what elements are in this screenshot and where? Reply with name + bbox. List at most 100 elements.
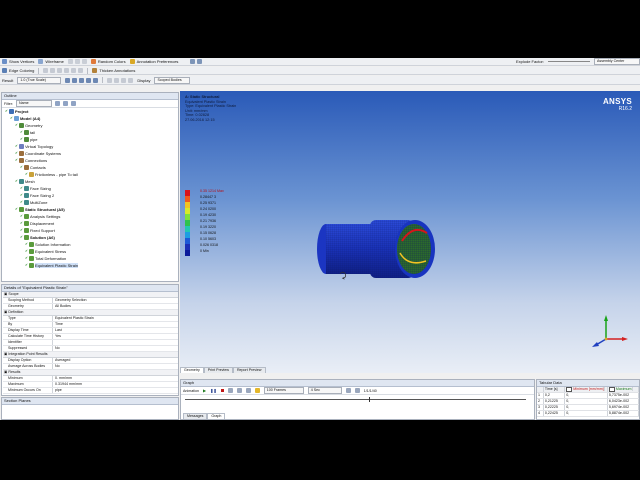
axis-triad-icon[interactable] <box>592 315 628 347</box>
details-value[interactable]: No <box>53 346 178 351</box>
play-icon[interactable]: ▶ <box>203 388 206 393</box>
outline-tree: ✔ Project ✔ Model (A4) ✔ Geometry ✔ tail ✔ pipe ✔ V… <box>2 108 178 278</box>
tab-geometry[interactable]: Geometry <box>180 367 204 373</box>
col-maximum[interactable]: Maximum <box>608 387 639 392</box>
tree-node-icon <box>18 144 24 149</box>
tree-item[interactable]: ✔ Coordinate Systems <box>15 151 61 156</box>
details-value[interactable]: No <box>53 364 178 369</box>
table-cell: 2 <box>537 399 544 404</box>
tree-item[interactable]: ✔ tail <box>20 130 35 135</box>
export-icon[interactable] <box>345 388 351 393</box>
tree-item[interactable]: ✔ Solution (A6) <box>20 235 55 240</box>
tree-item[interactable]: ✔ Displacement <box>20 221 54 226</box>
display-select[interactable]: Scoped Bodies <box>154 76 191 84</box>
tree-item[interactable]: ✔ Connections <box>15 158 47 163</box>
table-cell: 0, <box>565 411 608 416</box>
details-value[interactable]: All Bodies <box>53 304 178 309</box>
details-value[interactable]: pipe <box>53 388 178 393</box>
tree-item-label: Equivalent Plastic Strain <box>34 263 79 268</box>
pipe-model[interactable] <box>317 220 435 278</box>
probe-tools[interactable] <box>107 77 134 83</box>
filter-icon[interactable] <box>54 101 60 106</box>
tree-item[interactable]: ✔ Equivalent Plastic Strain <box>25 263 79 268</box>
tree-item[interactable]: ✔ Solution Information <box>25 242 71 247</box>
misc-tools[interactable] <box>67 59 87 64</box>
view-tools[interactable] <box>190 59 203 64</box>
tree-item[interactable]: ✔ Model (A4) <box>10 116 40 121</box>
tree-item[interactable]: ✔ Contacts <box>20 165 46 170</box>
details-value[interactable]: Last <box>53 328 178 333</box>
tree-node-icon <box>23 137 29 142</box>
tree-item[interactable]: ✔ Mesh <box>15 179 35 184</box>
tree-node-icon <box>18 207 24 212</box>
check-icon: ✔ <box>20 193 23 197</box>
tree-item-label: Analysis Settings <box>29 214 61 219</box>
show-vertices-toggle[interactable]: Show Vertices <box>2 59 34 64</box>
tree-item[interactable]: ✔ Total Deformation <box>25 256 66 261</box>
tree-item[interactable]: ✔ Fixed Support <box>20 228 55 233</box>
tree-item[interactable]: ✔ Static Structural (A5) <box>15 207 65 212</box>
tree-item[interactable]: ✔ Face Sizing 2 <box>20 193 54 198</box>
thicken-annotations-toggle[interactable]: Thicken Annotations <box>92 68 135 73</box>
details-value[interactable]: Equivalent Plastic Strain <box>53 316 178 321</box>
tree-item[interactable]: ✔ Equivalent Stress <box>25 249 66 254</box>
pause-icon[interactable]: ❚❚ <box>210 388 217 393</box>
col-time[interactable]: Time [s] <box>544 387 566 392</box>
table-row[interactable]: 4 0,22425 0, 5,8874e-002 <box>537 411 639 417</box>
details-value[interactable] <box>53 340 178 345</box>
tree-item[interactable]: ✔ Project <box>5 109 29 114</box>
col-minimum[interactable]: Minimum [mm/mm] <box>565 387 608 392</box>
legend-label: 0.15 0628 <box>200 231 216 235</box>
tree-item[interactable]: ✔ MultiZone <box>20 200 48 205</box>
annotation-preferences-button[interactable]: Annotation Preferences <box>129 59 178 64</box>
graphics-viewport[interactable]: A: Static Structural Equivalent Plastic … <box>180 91 640 373</box>
tree-item[interactable]: ✔ Geometry <box>15 123 43 128</box>
tree-item[interactable]: ✔ Frictionless - pipe To tail <box>25 172 78 177</box>
wireframe-icon <box>38 59 44 64</box>
step-icon[interactable] <box>245 388 251 393</box>
details-value[interactable]: Time <box>53 322 178 327</box>
seconds-select[interactable]: 4 Sec <box>307 387 342 394</box>
random-colors-toggle[interactable]: Random Colors <box>90 59 126 64</box>
details-row[interactable]: Minimum Occurs On pipe <box>3 388 178 394</box>
tree-item-label: Connections <box>24 158 48 163</box>
tabular-data-panel: Tabular Data Time [s] Minimum [mm/mm] Ma… <box>536 379 640 420</box>
step-icon[interactable] <box>227 388 233 393</box>
tab-messages[interactable]: Messages <box>183 413 208 419</box>
bulb-icon[interactable] <box>254 388 260 393</box>
assembly-center-select[interactable]: Assembly Center <box>594 58 640 65</box>
tree-item[interactable]: ✔ Virtual Topology <box>15 144 53 149</box>
wireframe-toggle[interactable]: Wireframe <box>38 59 64 64</box>
details-value[interactable]: Geometry Selection <box>53 298 178 303</box>
details-value[interactable]: 0. mm/mm <box>53 376 178 381</box>
step-icon[interactable] <box>236 388 242 393</box>
legend-label: 0.19 4230 <box>200 213 216 217</box>
table-cell: 3 <box>537 405 544 410</box>
graph-area[interactable] <box>181 395 534 413</box>
outline-filter-select[interactable]: Name <box>15 100 52 107</box>
edge-tool-icon <box>50 68 56 73</box>
tab-report-preview[interactable]: Report Preview <box>232 367 266 373</box>
result-tools[interactable] <box>65 77 99 83</box>
expand-icon[interactable] <box>62 101 68 106</box>
stop-icon[interactable] <box>220 389 224 392</box>
edge-tools[interactable] <box>43 68 84 73</box>
tree-item[interactable]: ✔ Analysis Settings <box>20 214 60 219</box>
collapse-icon[interactable] <box>70 101 76 106</box>
table-cell: 0,21225 <box>544 399 566 404</box>
tree-node-icon <box>23 235 29 240</box>
details-value[interactable]: Yes <box>53 334 178 339</box>
edge-coloring-button[interactable]: Edge Coloring <box>2 68 34 73</box>
tree-item[interactable]: ✔ pipe <box>20 137 38 142</box>
result-icon <box>65 77 71 83</box>
frames-select[interactable]: 100 Frames <box>263 387 304 394</box>
time-marker[interactable] <box>369 397 370 402</box>
result-scale-select[interactable]: 1.0 (True Scale) <box>17 76 62 84</box>
tab-graph[interactable]: Graph <box>207 413 226 419</box>
details-value[interactable]: Averaged <box>53 358 178 363</box>
explode-slider[interactable] <box>548 61 590 62</box>
export-icon[interactable] <box>354 388 360 393</box>
tab-print-preview[interactable]: Print Preview <box>203 367 233 373</box>
tree-item[interactable]: ✔ Face Sizing <box>20 186 51 191</box>
details-value[interactable]: 0.31944 mm/mm <box>53 382 178 387</box>
